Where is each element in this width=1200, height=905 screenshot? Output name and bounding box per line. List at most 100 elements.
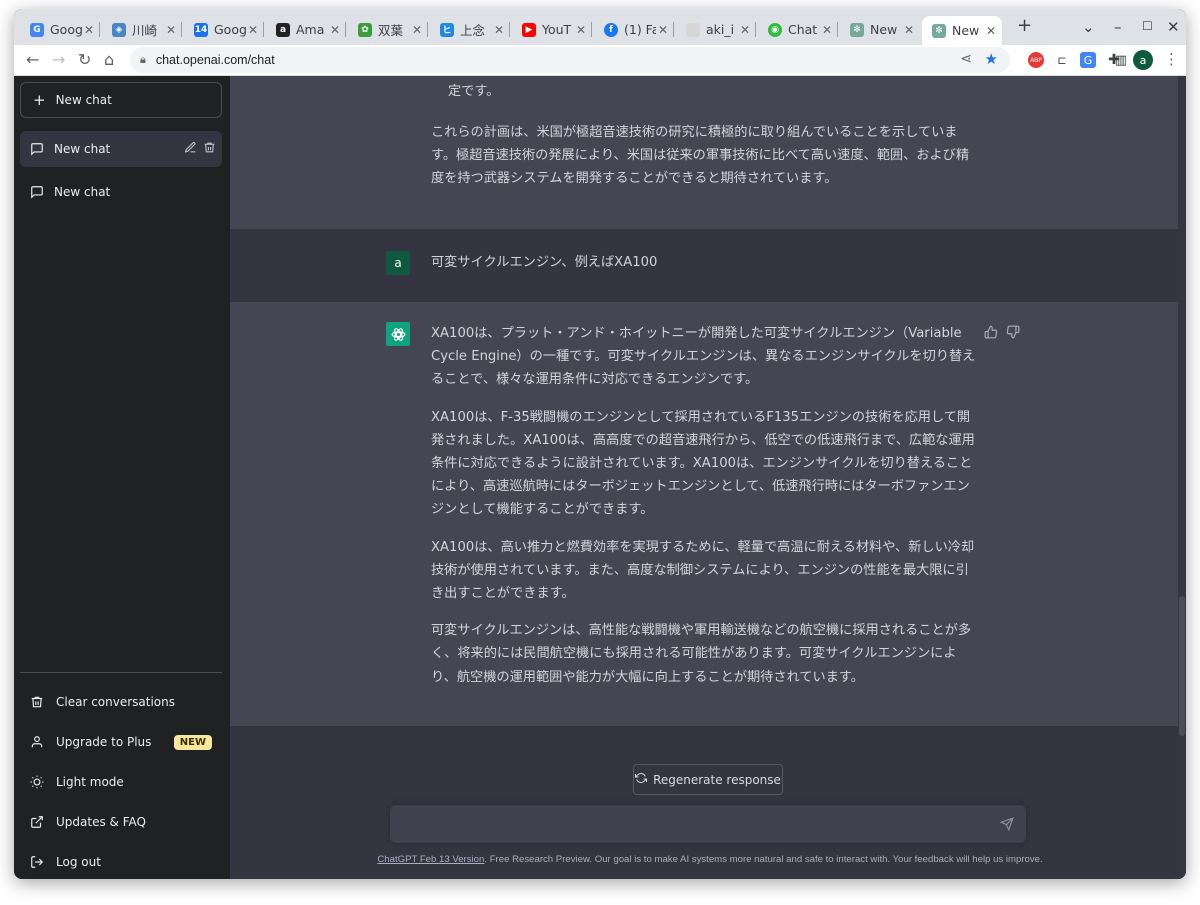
external-link-icon xyxy=(30,815,44,829)
browser-tab[interactable]: ✿ 双葉 ✕ xyxy=(348,16,428,43)
user-avatar: a xyxy=(386,251,410,275)
tab-title: YouT xyxy=(542,22,572,37)
tab-title: Ama xyxy=(296,22,325,37)
close-icon[interactable]: ✕ xyxy=(412,23,422,37)
profile-avatar[interactable]: a xyxy=(1133,50,1153,70)
chat-title: New chat xyxy=(54,142,111,156)
browser-tab[interactable]: f (1) Fa ✕ xyxy=(594,16,674,43)
tab-title: 上念 xyxy=(460,23,486,38)
tab-title: aki_i xyxy=(706,22,735,37)
logout-icon xyxy=(30,855,44,869)
browser-tab-active[interactable]: ✻ New ✕ xyxy=(922,16,1002,45)
tab-title: Goog xyxy=(214,22,246,37)
browser-tab[interactable]: G Goog ✕ xyxy=(20,16,100,43)
message-icon xyxy=(30,185,44,199)
close-icon[interactable]: ✕ xyxy=(986,24,996,38)
openai-icon: ✻ xyxy=(850,22,864,37)
adblock-icon[interactable]: ABP xyxy=(1028,52,1044,68)
address-bar[interactable]: 🔒︎ chat.openai.com/chat ⋖ ★ xyxy=(130,47,1010,73)
regenerate-label: Regenerate response xyxy=(653,772,781,787)
bookmark-star-icon[interactable]: ★ xyxy=(985,50,998,68)
message-icon xyxy=(30,142,44,156)
browser-tab[interactable]: ▶ YouT ✕ xyxy=(512,16,592,43)
message-paragraph: XA100は、高い推力と燃費効率を実現するために、軽量で高温に耐える材料や、新し… xyxy=(431,539,975,602)
sun-icon xyxy=(30,775,44,789)
browser-tab[interactable]: ✻ New ✕ xyxy=(840,16,920,43)
chat-history-item-active[interactable]: New chat xyxy=(20,131,222,167)
close-icon[interactable]: ✕ xyxy=(166,23,176,37)
sidebar-divider xyxy=(20,672,222,673)
scrollbar-thumb[interactable] xyxy=(1179,596,1185,736)
sprout-icon: ✿ xyxy=(358,22,372,37)
new-chat-button[interactable]: + New chat xyxy=(20,82,222,118)
home-icon[interactable]: ⌂ xyxy=(104,50,114,69)
lock-icon[interactable]: 🔒︎ xyxy=(140,53,146,67)
close-icon[interactable]: ✕ xyxy=(330,23,340,37)
browser-tab[interactable]: ◈ 川崎 ✕ xyxy=(102,16,182,43)
regenerate-response-button[interactable]: Regenerate response xyxy=(633,764,783,795)
thumbs-up-icon[interactable] xyxy=(984,324,998,343)
chevron-down-icon[interactable]: ⌄ xyxy=(1082,18,1095,36)
chat-title: New chat xyxy=(54,185,111,199)
share-icon[interactable]: ⋖ xyxy=(960,51,972,67)
calendar-icon: 14 xyxy=(194,22,208,37)
upgrade-to-plus-button[interactable]: Upgrade to Plus NEW xyxy=(20,724,222,760)
user-icon xyxy=(30,735,44,749)
blog-icon: ヒ xyxy=(440,22,454,37)
close-icon[interactable]: ✕ xyxy=(822,23,832,37)
browser-tab[interactable]: 14 Goog ✕ xyxy=(184,16,264,43)
edit-icon[interactable] xyxy=(184,141,197,157)
reading-panel-icon[interactable]: ▥ xyxy=(1113,52,1129,68)
close-icon[interactable]: ✕ xyxy=(494,23,504,37)
feedback-controls xyxy=(984,324,1020,343)
new-tab-icon[interactable]: + xyxy=(1017,15,1032,36)
openai-logo-icon xyxy=(386,322,410,346)
reload-icon[interactable]: ↻ xyxy=(78,50,91,69)
log-out-button[interactable]: Log out xyxy=(20,844,222,879)
close-icon[interactable]: ✕ xyxy=(740,23,750,37)
close-icon[interactable]: ✕ xyxy=(576,23,586,37)
new-chat-label: New chat xyxy=(55,93,112,107)
cube-icon: ◈ xyxy=(112,22,126,37)
updates-faq-link[interactable]: Updates & FAQ xyxy=(20,804,222,840)
message-paragraph: これらの計画は、米国が極超音速技術の研究に積極的に取り組んでいることを示していま… xyxy=(431,125,970,187)
close-window-icon[interactable]: ✕ xyxy=(1167,18,1180,36)
extension-icon[interactable]: ⊏ xyxy=(1054,52,1070,68)
close-icon[interactable]: ✕ xyxy=(248,23,258,37)
browser-tab[interactable]: a Ama ✕ xyxy=(266,16,346,43)
message-input[interactable] xyxy=(402,814,986,836)
clear-conversations-button[interactable]: Clear conversations xyxy=(20,684,222,720)
tab-strip: G Goog ✕ ◈ 川崎 ✕ 14 Goog ✕ a Ama ✕ ✿ 双葉 ✕… xyxy=(14,9,1186,45)
youtube-icon: ▶ xyxy=(522,22,536,37)
close-icon[interactable]: ✕ xyxy=(658,23,668,37)
browser-tab[interactable]: ヒ 上念 ✕ xyxy=(430,16,510,43)
light-mode-button[interactable]: Light mode xyxy=(20,764,222,800)
chat-history-item[interactable]: New chat xyxy=(20,174,222,210)
user-message-text: 可変サイクルエンジン、例えばXA100 xyxy=(431,255,658,270)
send-icon[interactable] xyxy=(1000,817,1014,831)
scrollbar[interactable] xyxy=(1178,76,1186,879)
trash-icon[interactable] xyxy=(203,141,216,157)
minimize-icon[interactable]: – xyxy=(1114,18,1122,36)
browser-tab[interactable]: aki_i ✕ xyxy=(676,16,756,43)
assistant-message: XA100は、プラット・アンド・ホイットニーが開発した可変サイクルエンジン（Va… xyxy=(230,302,1178,726)
browser-window: G Goog ✕ ◈ 川崎 ✕ 14 Goog ✕ a Ama ✕ ✿ 双葉 ✕… xyxy=(14,9,1186,879)
footer-disclaimer: ChatGPT Feb 13 Version. Free Research Pr… xyxy=(360,854,1060,865)
close-icon[interactable]: ✕ xyxy=(84,23,94,37)
google-icon: G xyxy=(30,22,44,37)
browser-tab[interactable]: ◉ Chat ✕ xyxy=(758,16,838,43)
back-icon[interactable]: ← xyxy=(26,50,39,69)
translate-icon[interactable]: G xyxy=(1080,52,1096,68)
close-icon[interactable]: ✕ xyxy=(904,23,914,37)
message-paragraph: XA100は、F-35戦闘機のエンジンとして採用されているF135エンジンの技術… xyxy=(431,409,975,518)
forward-icon[interactable]: → xyxy=(52,50,65,69)
version-link[interactable]: ChatGPT Feb 13 Version xyxy=(377,854,484,865)
url-text: chat.openai.com/chat xyxy=(155,53,275,67)
assistant-message-previous: 定です。 これらの計画は、米国が極超音速技術の研究に積極的に取り組んでいることを… xyxy=(230,76,1178,229)
thumbs-down-icon[interactable] xyxy=(1006,324,1020,343)
tab-title: (1) Fa xyxy=(624,22,656,37)
menu-kebab-icon[interactable]: ⋮ xyxy=(1164,50,1179,68)
maximize-icon[interactable]: ☐ xyxy=(1142,19,1153,33)
amazon-icon: a xyxy=(276,22,290,37)
message-paragraph: XA100は、プラット・アンド・ホイットニーが開発した可変サイクルエンジン（Va… xyxy=(431,326,976,388)
